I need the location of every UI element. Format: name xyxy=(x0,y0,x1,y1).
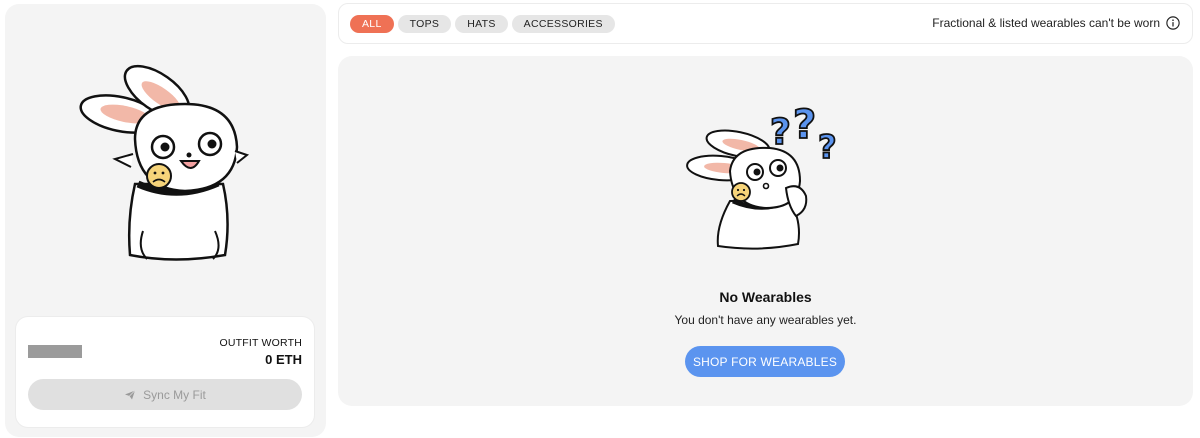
confused-bunny-illustration: ? ? ? xyxy=(686,101,837,250)
sync-my-fit-label: Sync My Fit xyxy=(143,387,206,402)
filter-chip-hats[interactable]: HATS xyxy=(455,15,508,33)
bunny-avatar-illustration xyxy=(79,64,250,261)
filter-bar: ALL TOPS HATS ACCESSORIES Fractional & l… xyxy=(338,3,1193,44)
outfit-worth-value: 0 ETH xyxy=(265,352,302,367)
empty-state-subtitle: You don't have any wearables yet. xyxy=(674,313,857,327)
wearables-notice: Fractional & listed wearables can't be w… xyxy=(932,16,1180,30)
shop-for-wearables-button[interactable]: SHOP FOR WEARABLES xyxy=(685,346,845,377)
filter-chip-all[interactable]: ALL xyxy=(350,15,394,33)
empty-state-title: No Wearables xyxy=(719,289,812,305)
svg-text:?: ? xyxy=(793,102,816,148)
outfit-card: OUTFIT WORTH 0 ETH Sync My Fit xyxy=(16,317,314,427)
avatar-panel: OUTFIT WORTH 0 ETH Sync My Fit xyxy=(5,4,326,437)
filter-chip-accessories[interactable]: ACCESSORIES xyxy=(511,15,615,33)
svg-text:?: ? xyxy=(818,128,837,166)
wearables-notice-text: Fractional & listed wearables can't be w… xyxy=(932,16,1160,30)
sync-my-fit-button[interactable]: Sync My Fit xyxy=(28,379,302,410)
paper-plane-icon xyxy=(125,389,136,399)
redacted-username xyxy=(28,345,82,358)
filter-chips: ALL TOPS HATS ACCESSORIES xyxy=(350,15,615,33)
outfit-worth-label: OUTFIT WORTH xyxy=(219,337,302,349)
svg-text:?: ? xyxy=(770,112,791,153)
wearables-panel: ? ? ? No Wearables You don't have any we… xyxy=(338,56,1193,406)
filter-chip-tops[interactable]: TOPS xyxy=(397,15,452,33)
info-icon[interactable] xyxy=(1166,16,1180,30)
